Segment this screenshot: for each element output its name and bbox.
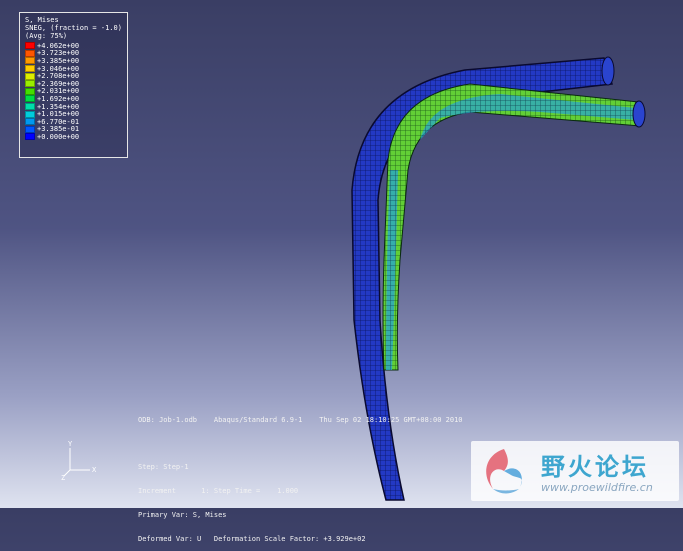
legend-swatch	[25, 110, 35, 118]
increment-label: Increment 1: Step Time = 1.000	[138, 487, 299, 495]
legend-avg: (Avg: 75%)	[25, 32, 68, 40]
legend-swatch	[25, 125, 35, 133]
triad-y-label: Y	[68, 440, 73, 448]
contour-legend: S, Mises SNEG, (fraction = -1.0) (Avg: 7…	[19, 12, 128, 158]
triad-z-label: Z	[61, 474, 65, 480]
legend-swatch	[25, 103, 35, 111]
legend-scale: +4.062e+00 +3.723e+00 +3.385e+00 +3.046e+00…	[25, 42, 122, 141]
watermark-url: www.proewildfire.cn	[541, 481, 653, 494]
legend-swatch	[25, 80, 35, 88]
legend-swatch	[25, 57, 35, 65]
legend-value: +0.000e+00	[37, 132, 80, 141]
legend-swatch	[25, 49, 35, 57]
deformed-var-label: Deformed Var: U Deformation Scale Factor…	[138, 535, 366, 543]
axis-triad: Y X Z	[61, 440, 97, 480]
legend-swatch	[25, 87, 35, 95]
primary-var-label: Primary Var: S, Mises	[138, 511, 227, 519]
step-label: Step: Step-1	[138, 463, 189, 471]
legend-subtitle: SNEG, (fraction = -1.0)	[25, 24, 122, 32]
legend-row: +0.000e+00	[25, 133, 122, 141]
odb-info-line: ODB: Job-1.odb Abaqus/Standard 6.9-1 Thu…	[138, 416, 463, 424]
forum-watermark: 野火论坛 www.proewildfire.cn	[471, 441, 679, 501]
step-info-block: Step: Step-1 Increment 1: Step Time = 1.…	[138, 447, 366, 551]
legend-swatch	[25, 65, 35, 73]
legend-swatch	[25, 72, 35, 80]
triad-x-label: X	[92, 466, 97, 474]
legend-swatch	[25, 118, 35, 126]
inner-pipe	[382, 83, 646, 371]
flame-logo-icon	[486, 449, 522, 494]
legend-swatch	[25, 42, 35, 50]
legend-title: S, Mises	[25, 16, 59, 24]
legend-swatch	[25, 133, 35, 141]
legend-swatch	[25, 95, 35, 103]
watermark-title: 野火论坛	[541, 453, 649, 481]
